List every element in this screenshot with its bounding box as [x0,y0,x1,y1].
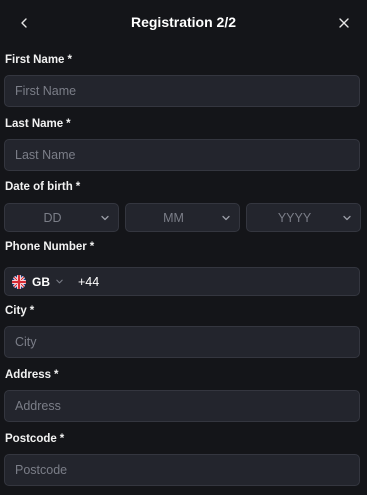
dob-month-value: MM [163,211,184,225]
phone-field: GB +44 [4,267,360,297]
city-label: City * [5,305,34,317]
city-input[interactable] [5,327,359,357]
last-name-field [4,139,360,171]
dob-day-value: DD [43,211,62,225]
header: Registration 2/2 [0,0,367,46]
postcode-input[interactable] [5,455,359,485]
last-name-label-text: Last Name [5,118,64,130]
required-marker: * [89,241,95,253]
required-marker: * [29,305,35,317]
postcode-label: Postcode * [5,433,64,445]
country-code: GB [32,274,50,289]
close-button[interactable] [332,11,356,35]
first-name-label: First Name * [5,54,72,66]
address-label: Address * [5,369,59,381]
page-title: Registration 2/2 [130,14,237,30]
dob-day-select[interactable]: DD [4,203,119,232]
required-marker: * [67,54,72,66]
address-input[interactable] [5,391,359,421]
country-select[interactable]: GB [12,268,64,295]
dob-year-value: YYYY [277,211,312,225]
dob-year-select[interactable]: YYYY [246,203,361,232]
dial-code: +44 [78,275,100,289]
first-name-field [4,75,360,107]
first-name-input[interactable] [5,76,359,106]
dob-month-select[interactable]: MM [125,203,240,232]
first-name-label-text: First Name [5,54,65,66]
phone-label-text: Phone Number [5,241,87,253]
last-name-input[interactable] [5,140,359,170]
phone-label: Phone Number * [5,241,94,253]
required-marker: * [75,181,81,193]
dob-label-text: Date of birth [5,181,73,193]
dob-label: Date of birth * [5,181,80,193]
chevron-down-icon [56,279,63,284]
address-label-text: Address [5,369,52,381]
chevron-down-icon [343,215,351,221]
required-marker: * [66,118,71,130]
phone-input[interactable] [105,268,359,297]
postcode-field [4,454,360,486]
chevron-down-icon [101,215,109,221]
close-icon [339,18,349,28]
required-marker: * [59,433,65,445]
postcode-label-text: Postcode [5,433,57,445]
city-label-text: City [5,305,27,317]
chevron-down-icon [222,215,230,221]
required-marker: * [54,369,59,381]
city-field [4,326,360,358]
uk-flag-icon [12,274,26,289]
address-field [4,390,360,422]
last-name-label: Last Name * [5,118,71,130]
